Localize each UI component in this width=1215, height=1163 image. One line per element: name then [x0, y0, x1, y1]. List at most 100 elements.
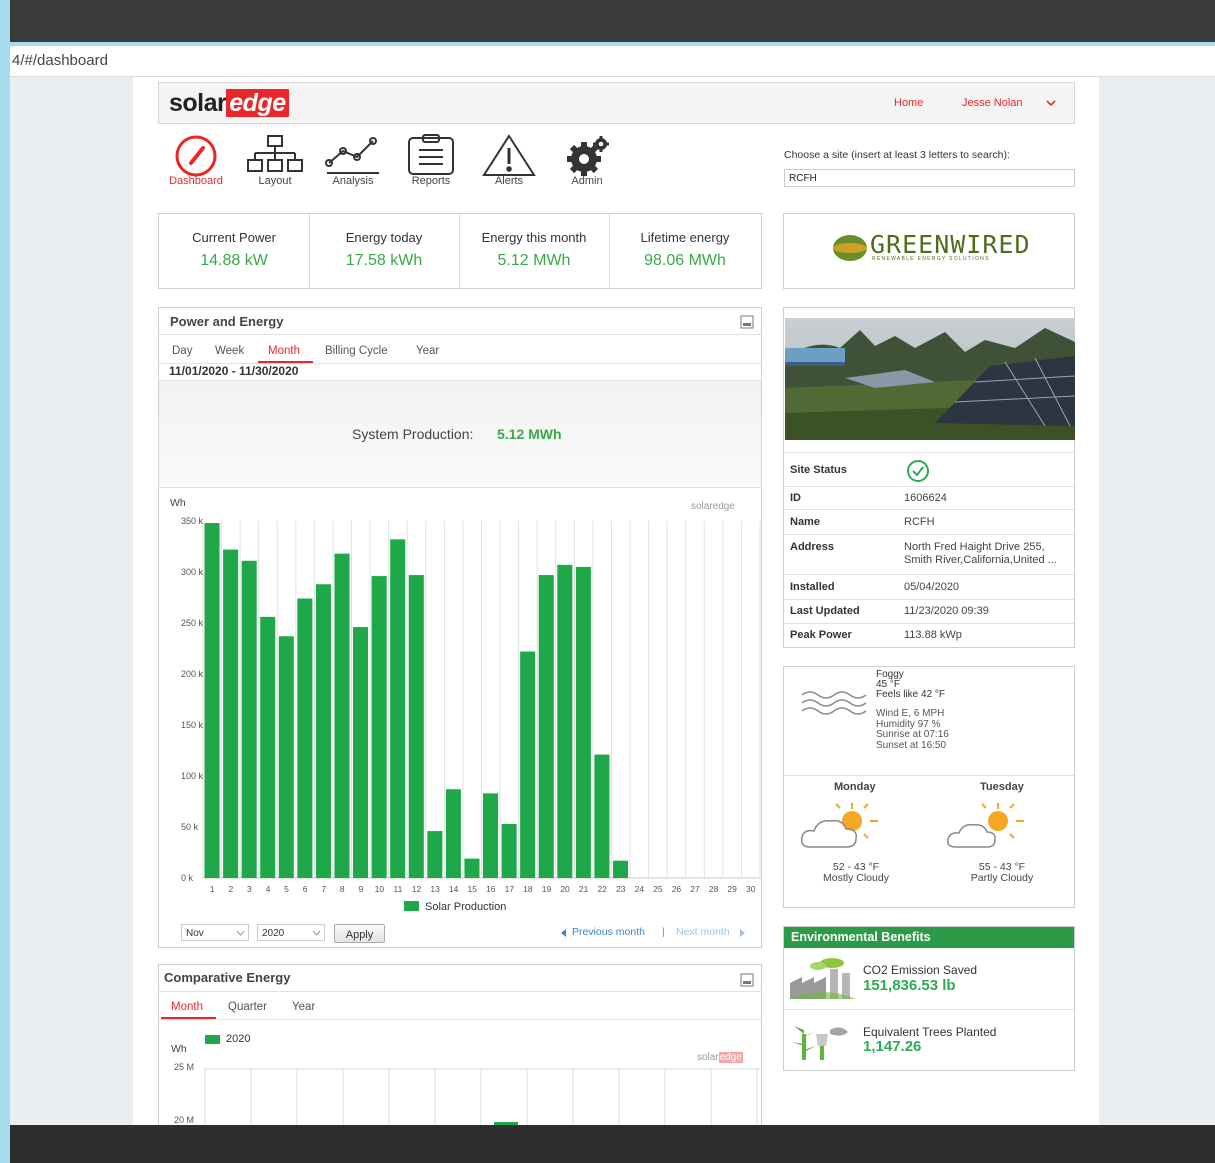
- previous-month-link[interactable]: Previous month: [572, 926, 645, 938]
- mostly-cloudy-icon: [800, 803, 878, 848]
- y-tick-label: 150 k: [181, 720, 204, 730]
- partly-cloudy-icon: [946, 803, 1024, 848]
- y-tick-label: 250 k: [181, 618, 204, 628]
- kpi-energy-month: Energy this month 5.12 MWh: [459, 214, 610, 288]
- tab-year[interactable]: Year: [416, 345, 439, 357]
- year-select[interactable]: 2020: [257, 924, 325, 941]
- bar-day-6: [297, 598, 313, 878]
- bar-day-3: [241, 560, 257, 878]
- site-status-label: Site Status: [790, 464, 847, 476]
- bar-day-8: [334, 553, 350, 878]
- brand-panel: GREENWIRED RENEWABLE ENERGY SOLUTIONS: [783, 213, 1075, 289]
- x-tick-label: 25: [653, 884, 663, 894]
- x-tick-label: 28: [709, 884, 719, 894]
- chevron-down-icon[interactable]: [1045, 98, 1057, 108]
- nav-layout[interactable]: Layout: [243, 133, 307, 197]
- x-tick-label: 16: [486, 884, 496, 894]
- solaredge-watermark: solaredge: [691, 501, 735, 512]
- tab-billing-cycle[interactable]: Billing Cycle: [325, 345, 388, 357]
- y-tick-label: 100 k: [181, 771, 204, 781]
- site-peak-power-value: 113.88 kWp: [904, 629, 962, 641]
- weather-wind: Wind E, 6 MPH: [876, 708, 945, 719]
- y-axis-unit: Wh: [170, 497, 186, 509]
- x-tick-label: 23: [616, 884, 626, 894]
- bar-day-15: [464, 858, 480, 878]
- site-id-value: 1606624: [904, 492, 947, 504]
- tab-year[interactable]: Year: [292, 1001, 315, 1013]
- bar-day-11: [390, 539, 406, 878]
- taskbar: [10, 1125, 1215, 1163]
- nav-dashboard[interactable]: Dashboard: [164, 133, 228, 197]
- x-tick-label: 14: [449, 884, 459, 894]
- x-tick-label: 6: [303, 884, 308, 894]
- x-tick-label: 30: [746, 884, 756, 894]
- nav-reports[interactable]: Reports: [399, 133, 463, 197]
- x-tick-label: 15: [467, 884, 477, 894]
- production-summary: System Production: 5.12 MWh: [159, 380, 761, 488]
- tab-month[interactable]: Month: [268, 345, 300, 357]
- y-axis-unit: Wh: [171, 1043, 187, 1055]
- solaredge-logo[interactable]: solar edge: [169, 89, 289, 118]
- x-tick-label: 24: [635, 884, 645, 894]
- kpi-lifetime-energy: Lifetime energy 98.06 MWh: [640, 230, 730, 269]
- legend-label: Solar Production: [425, 901, 506, 913]
- factory-co2-icon: [788, 958, 856, 999]
- site-address-label: Address: [790, 541, 835, 553]
- bar-day-13: [427, 831, 443, 878]
- x-tick-label: 4: [266, 884, 271, 894]
- next-month-link[interactable]: Next month: [676, 926, 730, 938]
- address-bar[interactable]: 4/#/dashboard: [10, 46, 1215, 77]
- site-peak-power-label: Peak Power: [790, 629, 852, 641]
- bar-day-14: [445, 789, 461, 878]
- comparative-title: Comparative Energy: [164, 970, 291, 985]
- chevron-down-icon: [312, 930, 321, 936]
- legend-swatch: [205, 1035, 220, 1044]
- forecast-day: Monday: [834, 781, 876, 793]
- nav-alerts[interactable]: Alerts: [477, 133, 541, 197]
- site-name-label: Name: [790, 516, 820, 528]
- export-icon[interactable]: [740, 315, 754, 329]
- tab-quarter[interactable]: Quarter: [228, 1001, 267, 1013]
- site-details-panel: Site Status ID 1606624 Name RCFH Address…: [783, 307, 1075, 648]
- x-tick-label: 2: [228, 884, 233, 894]
- caret-left-icon: [561, 929, 566, 937]
- nav-admin[interactable]: Admin: [555, 133, 619, 197]
- chevron-down-icon: [236, 930, 245, 936]
- link-divider: |: [662, 926, 665, 938]
- bar-day-16: [483, 793, 499, 878]
- environmental-benefits-panel: Environmental Benefits CO2 Emission Save…: [783, 926, 1075, 1071]
- kpi-current-power: Current Power 14.88 kW: [159, 214, 310, 288]
- export-icon[interactable]: [740, 973, 754, 987]
- weather-feels-like: Feels like 42 °F: [876, 689, 946, 700]
- tab-week[interactable]: Week: [215, 345, 244, 357]
- apply-button[interactable]: Apply: [334, 924, 385, 943]
- month-select[interactable]: Nov: [181, 924, 249, 941]
- clipboard-icon: [408, 134, 454, 175]
- gears-icon: [567, 136, 609, 176]
- x-tick-label: 29: [727, 884, 737, 894]
- env-title: Environmental Benefits: [791, 930, 931, 944]
- co2-value: 151,836.53 lb: [863, 977, 956, 994]
- x-tick-label: 5: [284, 884, 289, 894]
- production-label: System Production:: [352, 426, 474, 442]
- bar-day-1: [204, 523, 220, 878]
- forecast-day: Tuesday: [980, 781, 1024, 793]
- tab-month[interactable]: Month: [171, 1001, 203, 1013]
- greenwired-name: GREENWIRED: [870, 230, 1031, 259]
- production-bar-chart: Wh 0 k 50 k 100 k 150 k 200 k 250 k 300 k 350 k 1…: [170, 497, 761, 913]
- bar-day-4: [260, 616, 276, 878]
- home-link[interactable]: Home: [894, 97, 923, 109]
- x-tick-label: 18: [523, 884, 533, 894]
- x-tick-label: 8: [340, 884, 345, 894]
- site-id-label: ID: [790, 492, 801, 504]
- site-search-input[interactable]: RCFH: [784, 169, 1075, 187]
- tab-day[interactable]: Day: [172, 345, 192, 357]
- x-tick-label: 10: [375, 884, 385, 894]
- nav-analysis[interactable]: Analysis: [321, 133, 385, 197]
- user-menu[interactable]: Jesse Nolan: [962, 97, 1023, 109]
- x-tick-label: 19: [542, 884, 552, 894]
- bar-day-22: [594, 754, 610, 878]
- site-search-label: Choose a site (insert at least 3 letters…: [784, 149, 1010, 161]
- forecast-description: Mostly Cloudy: [823, 872, 889, 884]
- x-tick-label: 12: [412, 884, 422, 894]
